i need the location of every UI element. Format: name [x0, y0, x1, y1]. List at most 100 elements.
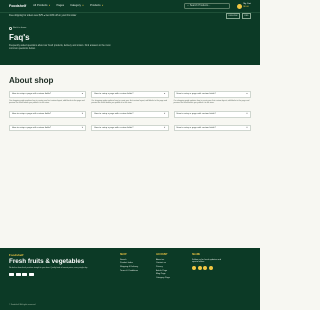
announcement-bar: Free shipping for orders over $75 ● Get … — [0, 12, 260, 19]
facebook-icon[interactable] — [192, 266, 196, 271]
faq-question[interactable]: How to setup a page with custom fields? ▼ — [173, 111, 251, 118]
cart-icon — [237, 3, 243, 9]
faq-question-text: How to setup a page with custom fields? — [176, 113, 216, 116]
footer-share-text: Follow us for fresh updates and special … — [192, 258, 221, 264]
footer-column-title: SHARE — [192, 254, 201, 256]
cart-amount: $0.00 — [243, 6, 249, 8]
footer-slogan: Fresh fruits & vegetables — [9, 257, 85, 265]
faq-question-text: How to setup a page with custom fields? — [94, 126, 134, 129]
footer-text: We deliver farm-fresh produce straight t… — [9, 267, 88, 270]
chevron-down-icon: ▼ — [48, 4, 51, 7]
language-selector[interactable]: ENGLISH — [225, 13, 240, 19]
payment-methods — [9, 272, 114, 276]
faq-question[interactable]: How to setup a page with custom fields? ▼ — [9, 124, 87, 132]
visa-icon — [9, 272, 14, 276]
faq-question[interactable]: How to setup a page with custom fields? ▼ — [91, 111, 169, 118]
chevron-up-icon: ▲ — [246, 93, 248, 95]
faq-hero: Back to home Faq's Frequently asked ques… — [0, 19, 260, 65]
page-description: Frequently asked questions about our fre… — [9, 44, 111, 50]
announcement-text: Free shipping for orders over $75 ● Get … — [9, 14, 77, 17]
chevron-down-icon: ▼ — [246, 113, 248, 116]
amex-icon — [28, 272, 34, 276]
faq-item: How to setup a page with custom fields? ▲… — [9, 91, 87, 104]
nav-category[interactable]: Category ▼ — [70, 4, 84, 7]
footer-link[interactable]: Privacy — [156, 266, 186, 269]
faq-question-text: How to setup a page with custom fields? — [12, 92, 52, 95]
paypal-icon — [22, 272, 27, 276]
arrow-left-icon — [9, 27, 12, 30]
footer-link[interactable]: Blog Page — [156, 273, 186, 276]
about-shop-section: About shop How to setup a page with cust… — [0, 65, 260, 132]
footer-link[interactable]: Shipping & Delivery — [120, 266, 150, 269]
nav-products[interactable]: Products ▼ — [90, 4, 104, 7]
footer-link[interactable]: Terms & Conditions — [120, 270, 150, 273]
chevron-down-icon: ▼ — [82, 4, 85, 7]
faq-item: How to setup a page with custom fields? ▼ — [173, 111, 251, 118]
search-input[interactable]: ⌕ Search Products... — [184, 3, 231, 9]
youtube-icon[interactable] — [208, 266, 213, 271]
nav-label: Category — [70, 4, 82, 8]
footer-column-title: SHOP — [120, 254, 127, 256]
footer-link[interactable]: Product Index — [120, 262, 150, 265]
search-icon: ⌕ — [187, 4, 189, 8]
main-nav: All Products ▼ Pages Category ▼ Products ▼ — [33, 4, 103, 7]
brand-logo[interactable]: Foodshelf — [9, 4, 26, 8]
social-links — [192, 266, 228, 271]
chevron-down-icon: ▼ — [163, 113, 166, 116]
mastercard-icon — [15, 272, 21, 276]
faq-item: How to setup a page with custom fields? ▼ — [91, 111, 169, 118]
faq-question[interactable]: How to setup a page with custom fields? ▲ — [173, 91, 251, 98]
breadcrumb[interactable]: Back to home — [9, 27, 251, 30]
nav-label: Products — [90, 4, 101, 8]
chevron-up-icon: ▲ — [163, 93, 166, 95]
faq-item: How to setup a page with custom fields? ▲… — [173, 91, 251, 104]
faq-item: How to setup a page with custom fields? ▼ — [9, 111, 87, 118]
search-placeholder: Search Products... — [189, 4, 211, 8]
faq-item: How to setup a page with custom fields? ▲… — [91, 91, 169, 104]
nav-label: Pages — [56, 4, 65, 8]
instagram-icon[interactable] — [203, 266, 207, 271]
faq-question-text: How to setup a page with custom fields? — [176, 126, 216, 129]
faq-grid: How to setup a page with custom fields? ▲… — [9, 91, 251, 132]
chevron-down-icon: ▼ — [81, 113, 84, 116]
faq-question-text: How to setup a page with custom fields? — [94, 92, 134, 95]
footer-link[interactable]: Contact us — [156, 262, 186, 265]
footer-account-column: ACCOUNT About us Contact us Privacy Arti… — [156, 254, 186, 281]
faq-item: How to setup a page with custom fields? ▼ — [9, 124, 87, 132]
footer-column-title: ACCOUNT — [156, 254, 168, 256]
footer-link[interactable]: Article Page — [156, 270, 186, 273]
chevron-down-icon: ▼ — [81, 126, 84, 129]
chevron-down-icon: ▼ — [101, 4, 104, 7]
faq-question[interactable]: How to setup a page with custom fields? ▲ — [91, 91, 169, 98]
cart-button[interactable]: My Cart $0.00 — [237, 3, 251, 9]
section-title: About shop — [9, 76, 54, 85]
faq-question[interactable]: How to setup a page with custom fields? ▲ — [9, 91, 87, 98]
currency-selector[interactable]: USD — [241, 13, 251, 19]
twitter-icon[interactable] — [197, 266, 202, 271]
nav-label: All Products — [33, 4, 48, 8]
chevron-up-icon: ▲ — [81, 93, 84, 95]
nav-all-products[interactable]: All Products ▼ — [33, 4, 50, 7]
chevron-down-icon: ▼ — [246, 126, 248, 129]
faq-answer: Our shopping guide explains how to creat… — [91, 99, 167, 104]
faq-question[interactable]: How to setup a page with custom fields? ▼ — [9, 111, 87, 118]
faq-question-text: How to setup a page with custom fields? — [176, 92, 216, 95]
chevron-down-icon: ▼ — [163, 126, 166, 129]
copyright-text: © Foodshelf. All rights reserved. — [9, 304, 36, 306]
footer-brand: Foodshelf Fresh fruits & vegetables We d… — [9, 253, 114, 281]
top-navigation-bar: Foodshelf All Products ▼ Pages Category ▼ … — [0, 0, 260, 12]
faq-answer: Our shopping guide explains how to creat… — [173, 99, 250, 104]
faq-question[interactable]: How to setup a page with custom fields? ▼ — [173, 124, 251, 132]
faq-item: How to setup a page with custom fields? ▼ — [91, 124, 169, 132]
faq-question-text: How to setup a page with custom fields? — [12, 126, 52, 129]
faq-answer: Our shopping guide explains how to creat… — [9, 99, 85, 104]
faq-item: How to setup a page with custom fields? ▼ — [173, 124, 251, 132]
footer: Foodshelf Fresh fruits & vegetables We d… — [0, 248, 260, 310]
footer-share-column: SHARE Follow us for fresh updates and sp… — [192, 254, 228, 281]
page-title: Faq's — [9, 32, 30, 42]
faq-question[interactable]: How to setup a page with custom fields? ▼ — [91, 124, 169, 132]
faq-question-text: How to setup a page with custom fields? — [12, 113, 52, 116]
breadcrumb-label: Back to home — [13, 27, 27, 29]
nav-pages[interactable]: Pages — [57, 4, 65, 7]
footer-link[interactable]: Category Page — [156, 277, 186, 280]
